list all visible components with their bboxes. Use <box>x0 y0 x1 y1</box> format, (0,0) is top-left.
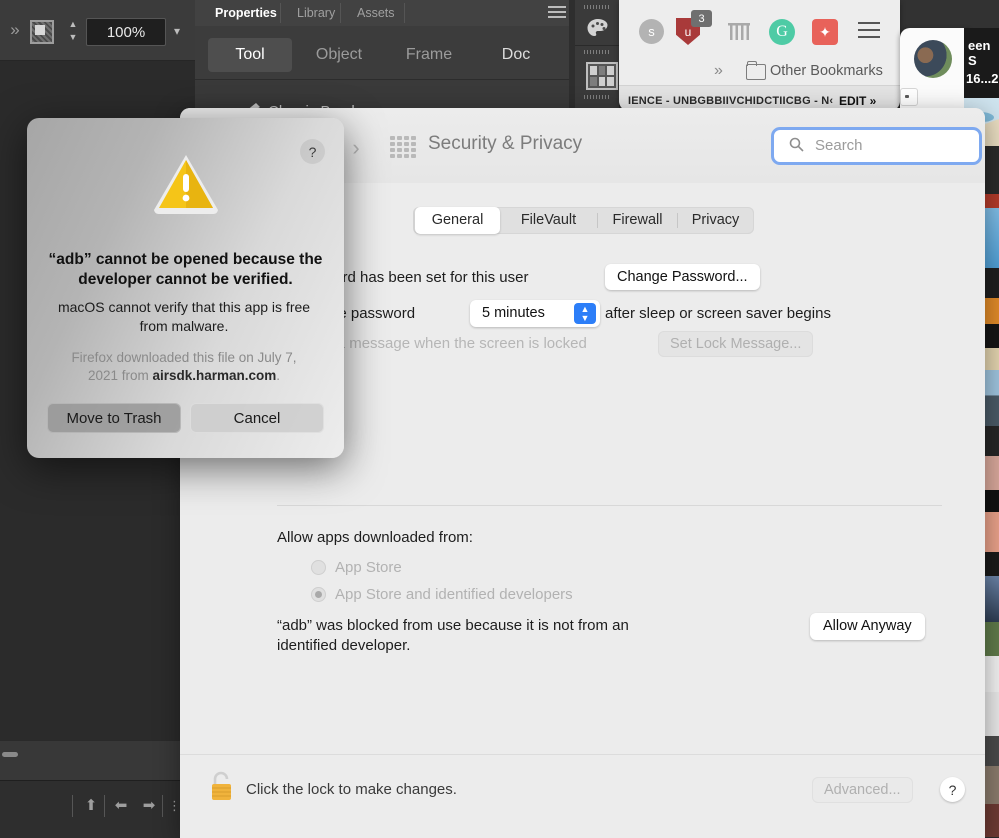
set-lock-message-button[interactable]: Set Lock Message... <box>658 331 814 357</box>
blocked-message: “adb” was blocked from use because it is… <box>277 617 629 654</box>
folder-icon <box>746 61 766 80</box>
swatches-icon[interactable] <box>586 62 618 90</box>
search-icon <box>789 137 804 152</box>
arrow-right-icon[interactable]: ➡ <box>140 797 158 815</box>
tab-library[interactable]: Library <box>287 0 345 26</box>
allow-anyway-button[interactable]: Allow Anyway <box>810 613 925 640</box>
chevron-right-icon[interactable]: › <box>345 133 367 163</box>
edit-link[interactable]: EDIT » <box>839 94 876 108</box>
unlocked-padlock-icon[interactable] <box>209 770 235 802</box>
help-button[interactable]: ? <box>300 139 325 164</box>
subtab-frame[interactable]: Frame <box>388 38 470 72</box>
tab-general[interactable]: General <box>415 207 500 234</box>
dialog-note: Firefox downloaded this file on July 7, … <box>55 349 313 385</box>
help-button[interactable]: ? <box>940 777 965 802</box>
show-all-grid-icon[interactable] <box>390 136 416 158</box>
change-password-button[interactable]: Change Password... <box>605 264 760 290</box>
require-password-value: 5 minutes <box>482 305 545 321</box>
window-control[interactable] <box>900 88 918 106</box>
search-placeholder: Search <box>815 137 863 154</box>
bookmarks-overflow-icon[interactable]: » <box>714 62 723 80</box>
grip-icon <box>584 95 610 99</box>
subtab-doc[interactable]: Doc <box>478 38 554 72</box>
zoom-input[interactable]: 100% <box>86 18 166 46</box>
thumbnail-dark-line2: 16...2 <box>966 56 999 86</box>
divider <box>162 795 163 817</box>
window-control-dot <box>905 95 909 98</box>
cancel-button[interactable]: Cancel <box>190 403 324 433</box>
arrow-up-icon[interactable]: ⬆ <box>82 797 100 815</box>
grammarly-icon[interactable]: G <box>769 19 795 45</box>
app-status-bar <box>0 740 195 781</box>
page-title: Security & Privacy <box>428 133 583 154</box>
chevron-double-right-icon[interactable]: » <box>2 18 28 42</box>
grip-icon <box>584 5 610 9</box>
radio-selected-dot <box>315 591 322 598</box>
radio-identified-developers-label: App Store and identified developers <box>335 586 573 603</box>
avatar[interactable] <box>914 40 952 78</box>
allow-apps-label: Allow apps downloaded from: <box>277 529 473 546</box>
panel-menu-icon[interactable] <box>548 6 566 20</box>
divider <box>404 3 405 23</box>
radio-app-store-label: App Store <box>335 559 402 576</box>
hamburger-menu-icon[interactable] <box>858 22 880 39</box>
tab-privacy[interactable]: Privacy <box>679 207 752 234</box>
arrow-left-icon[interactable]: ⬅ <box>112 797 130 815</box>
stepper-icon[interactable]: ▲ ▼ <box>574 303 596 324</box>
magic-wand-icon[interactable]: ✦ <box>812 19 838 45</box>
dialog-title: “adb” cannot be opened because the devel… <box>48 251 323 288</box>
subtab-object[interactable]: Object <box>298 38 380 72</box>
artboard-inner-icon <box>35 25 45 35</box>
lock-message-label: how a message when the screen is locked <box>305 335 587 352</box>
palette-icon[interactable] <box>586 18 610 38</box>
comb-icon[interactable] <box>726 20 752 43</box>
move-to-trash-button[interactable]: Move to Trash <box>47 403 181 433</box>
divider <box>72 795 73 817</box>
tab-assets[interactable]: Assets <box>347 0 405 26</box>
other-bookmarks-label[interactable]: Other Bookmarks <box>770 63 883 79</box>
more-options-icon[interactable]: ⋮ <box>168 795 181 817</box>
dialog-subtitle: macOS cannot verify that this app is fre… <box>57 299 311 334</box>
divider <box>340 3 341 23</box>
require-password-suffix: after sleep or screen saver begins <box>605 305 831 322</box>
chevron-down-icon[interactable]: ▾ <box>168 20 186 42</box>
subtab-tool[interactable]: Tool <box>208 38 292 72</box>
dialog-note-source: airsdk.harman.com <box>152 368 277 383</box>
divider <box>277 505 942 506</box>
advanced-button[interactable]: Advanced... <box>812 777 913 803</box>
radio-app-store[interactable] <box>311 560 326 575</box>
divider <box>677 213 678 228</box>
divider <box>280 3 281 23</box>
edit-bar-text: IENCE - UNBGBBIIVCHIDCTIICBG - N‹ <box>628 95 834 107</box>
tab-filevault[interactable]: FileVault <box>502 207 595 234</box>
tab-properties[interactable]: Properties <box>205 0 287 26</box>
zoom-stepper[interactable]: ▲ ▼ <box>66 20 80 42</box>
grip-icon <box>584 50 610 54</box>
s-extension-icon[interactable]: s <box>639 19 664 44</box>
divider <box>104 795 105 817</box>
lock-hint-text: Click the lock to make changes. <box>246 781 457 798</box>
warning-triangle-icon <box>152 152 220 214</box>
dialog-note-suffix: . <box>276 368 281 383</box>
scrollbar-handle[interactable] <box>2 752 18 757</box>
ublock-badge: 3 <box>691 10 712 27</box>
tab-firewall[interactable]: Firewall <box>598 207 677 234</box>
